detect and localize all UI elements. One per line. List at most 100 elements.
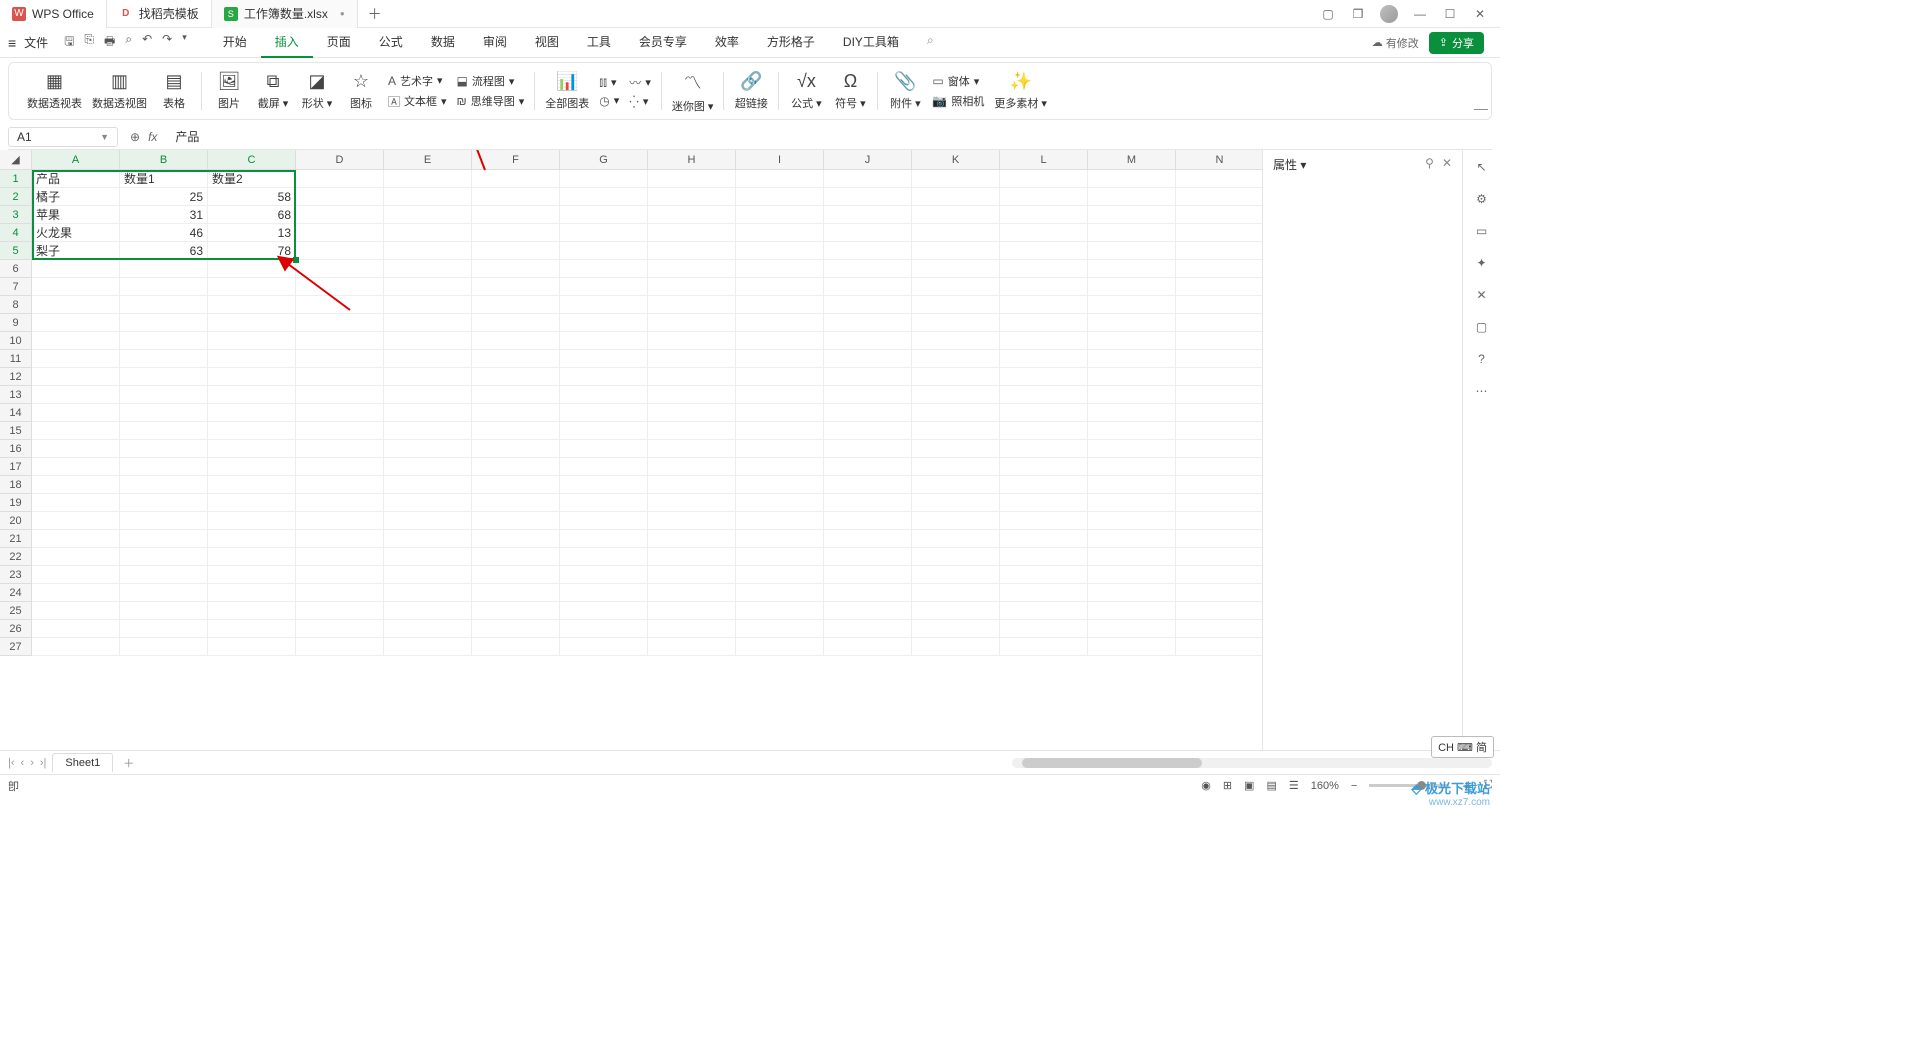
col-header-D[interactable]: D <box>296 150 384 170</box>
cell-M22[interactable] <box>1088 548 1176 566</box>
cell-H2[interactable] <box>648 188 736 206</box>
cell-D22[interactable] <box>296 548 384 566</box>
select-tool-icon[interactable]: ↖ <box>1476 160 1486 174</box>
row-header-6[interactable]: 6 <box>0 260 32 278</box>
cell-N2[interactable] <box>1176 188 1262 206</box>
cell-C7[interactable] <box>208 278 296 296</box>
cell-E6[interactable] <box>384 260 472 278</box>
cell-B8[interactable] <box>120 296 208 314</box>
more-sidebar-icon[interactable]: ⋯ <box>1476 384 1488 398</box>
cell-I4[interactable] <box>736 224 824 242</box>
cell-I3[interactable] <box>736 206 824 224</box>
template-tab[interactable]: D 找稻壳模板 <box>107 0 212 28</box>
cell-D25[interactable] <box>296 602 384 620</box>
horizontal-scrollbar[interactable] <box>1012 758 1492 768</box>
cell-K8[interactable] <box>912 296 1000 314</box>
cell-J22[interactable] <box>824 548 912 566</box>
cell-C25[interactable] <box>208 602 296 620</box>
cell-G27[interactable] <box>560 638 648 656</box>
cell-L26[interactable] <box>1000 620 1088 638</box>
cell-K13[interactable] <box>912 386 1000 404</box>
zoom-out-icon[interactable]: − <box>1351 780 1357 792</box>
cell-N14[interactable] <box>1176 404 1262 422</box>
cell-K10[interactable] <box>912 332 1000 350</box>
cell-J20[interactable] <box>824 512 912 530</box>
cell-N12[interactable] <box>1176 368 1262 386</box>
cell-D23[interactable] <box>296 566 384 584</box>
row-header-27[interactable]: 27 <box>0 638 32 656</box>
cell-J24[interactable] <box>824 584 912 602</box>
sparkle-icon[interactable]: ✦ <box>1476 256 1486 270</box>
save-icon[interactable]: 🖫 <box>64 32 74 53</box>
pin-icon[interactable]: ⚲ <box>1425 156 1434 170</box>
row-header-19[interactable]: 19 <box>0 494 32 512</box>
cell-B19[interactable] <box>120 494 208 512</box>
scrollbar-thumb[interactable] <box>1022 758 1202 768</box>
collapse-ribbon-icon[interactable]: — <box>1474 100 1488 116</box>
cell-H4[interactable] <box>648 224 736 242</box>
cell-G4[interactable] <box>560 224 648 242</box>
form-button[interactable]: ▭窗体 ▾ <box>932 73 984 89</box>
row-header-23[interactable]: 23 <box>0 566 32 584</box>
cell-I8[interactable] <box>736 296 824 314</box>
share-button[interactable]: ⇪分享 <box>1429 32 1484 54</box>
cell-D15[interactable] <box>296 422 384 440</box>
cell-H9[interactable] <box>648 314 736 332</box>
row-header-11[interactable]: 11 <box>0 350 32 368</box>
cell-B21[interactable] <box>120 530 208 548</box>
cell-D17[interactable] <box>296 458 384 476</box>
cell-G3[interactable] <box>560 206 648 224</box>
scatter-chart-button[interactable]: ⁛ ▾ <box>629 95 651 109</box>
tab-formula[interactable]: 公式 <box>365 27 417 58</box>
cell-I5[interactable] <box>736 242 824 260</box>
cell-G6[interactable] <box>560 260 648 278</box>
cell-N15[interactable] <box>1176 422 1262 440</box>
tab-data[interactable]: 数据 <box>417 27 469 58</box>
cell-N20[interactable] <box>1176 512 1262 530</box>
name-box[interactable]: A1 ▼ <box>8 127 118 147</box>
cell-H20[interactable] <box>648 512 736 530</box>
cell-C27[interactable] <box>208 638 296 656</box>
hyperlink-button[interactable]: 🔗超链接 <box>734 71 768 111</box>
cell-M12[interactable] <box>1088 368 1176 386</box>
cell-C21[interactable] <box>208 530 296 548</box>
cell-F21[interactable] <box>472 530 560 548</box>
cell-J26[interactable] <box>824 620 912 638</box>
cell-M24[interactable] <box>1088 584 1176 602</box>
cell-G5[interactable] <box>560 242 648 260</box>
new-tab-button[interactable]: ＋ <box>358 4 392 24</box>
cell-B15[interactable] <box>120 422 208 440</box>
cell-H6[interactable] <box>648 260 736 278</box>
cell-H16[interactable] <box>648 440 736 458</box>
cell-C10[interactable] <box>208 332 296 350</box>
cell-M9[interactable] <box>1088 314 1176 332</box>
view-normal-icon[interactable]: ▣ <box>1244 779 1254 792</box>
cell-B25[interactable] <box>120 602 208 620</box>
cell-K1[interactable] <box>912 170 1000 188</box>
cell-M1[interactable] <box>1088 170 1176 188</box>
cell-J2[interactable] <box>824 188 912 206</box>
row-header-3[interactable]: 3 <box>0 206 32 224</box>
cell-E22[interactable] <box>384 548 472 566</box>
cell-H15[interactable] <box>648 422 736 440</box>
cell-A27[interactable] <box>32 638 120 656</box>
cell-J12[interactable] <box>824 368 912 386</box>
cell-B20[interactable] <box>120 512 208 530</box>
col-header-H[interactable]: H <box>648 150 736 170</box>
cell-A25[interactable] <box>32 602 120 620</box>
cell-I1[interactable] <box>736 170 824 188</box>
view-page-icon[interactable]: ▤ <box>1266 779 1276 792</box>
cell-J6[interactable] <box>824 260 912 278</box>
cell-J23[interactable] <box>824 566 912 584</box>
bar-chart-button[interactable]: ⫾⫾ ▾ <box>599 75 619 90</box>
cell-L23[interactable] <box>1000 566 1088 584</box>
cell-H17[interactable] <box>648 458 736 476</box>
cube-icon[interactable]: ❒ <box>1350 6 1366 22</box>
cell-N9[interactable] <box>1176 314 1262 332</box>
cell-G13[interactable] <box>560 386 648 404</box>
cell-J18[interactable] <box>824 476 912 494</box>
cell-B4[interactable]: 46 <box>120 224 208 242</box>
cell-J25[interactable] <box>824 602 912 620</box>
cell-E19[interactable] <box>384 494 472 512</box>
cell-G10[interactable] <box>560 332 648 350</box>
